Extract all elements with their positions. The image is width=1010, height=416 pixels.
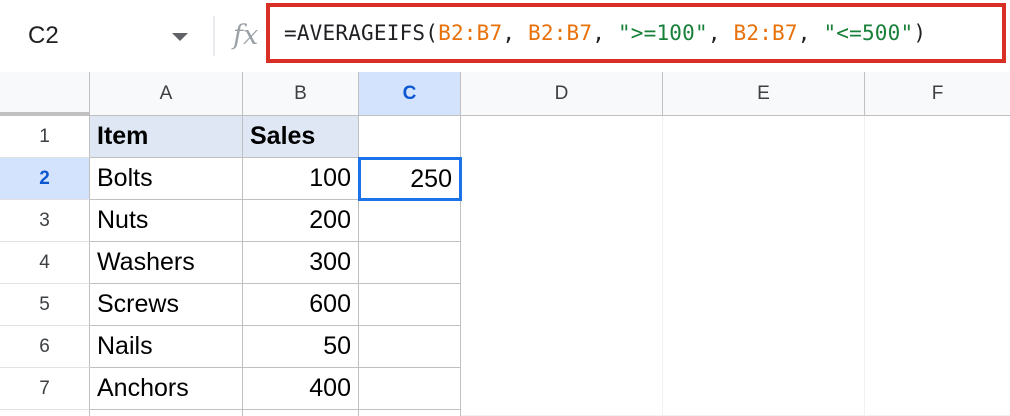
cell-a2[interactable]: Bolts (90, 158, 243, 200)
chevron-down-icon[interactable] (172, 33, 188, 41)
cell-b2[interactable]: 100 (243, 158, 359, 200)
formula-separator: , (797, 21, 824, 45)
cell-a7[interactable]: Anchors (90, 368, 243, 410)
name-box-ref: C2 (28, 22, 59, 49)
cell-c8[interactable] (359, 410, 461, 416)
name-box[interactable]: C2 (0, 0, 210, 72)
cell-c6[interactable] (359, 326, 461, 368)
empty-cells-e[interactable] (663, 116, 865, 416)
cell-c4[interactable] (359, 242, 461, 284)
cell-c7[interactable] (359, 368, 461, 410)
row-header-1[interactable]: 1 (0, 116, 90, 158)
formula-input[interactable]: =AVERAGEIFS(B2:B7, B2:B7, ">=100", B2:B7… (266, 3, 1006, 63)
row-header-4[interactable]: 4 (0, 242, 90, 284)
formula-text: =AVERAGEIFS(B2:B7, B2:B7, ">=100", B2:B7… (284, 21, 926, 45)
cell-c2-active[interactable]: 250 (358, 157, 462, 201)
row-header-7[interactable]: 7 (0, 368, 90, 410)
formula-range: B2:B7 (438, 21, 503, 45)
column-header-d[interactable]: D (461, 72, 663, 116)
cell-a3[interactable]: Nuts (90, 200, 243, 242)
empty-cells-d[interactable] (461, 116, 663, 416)
cell-b3[interactable]: 200 (243, 200, 359, 242)
formula-separator: , (592, 21, 618, 45)
column-header-e[interactable]: E (663, 72, 865, 116)
formula-function: =AVERAGEIFS( (284, 21, 439, 45)
cell-b4[interactable]: 300 (243, 242, 359, 284)
formula-criterion: ">=100" (617, 21, 708, 45)
cell-c1[interactable] (359, 116, 461, 158)
cell-a4[interactable]: Washers (90, 242, 243, 284)
divider (213, 16, 215, 56)
cell-b7[interactable]: 400 (243, 368, 359, 410)
cell-b1[interactable]: Sales (243, 116, 359, 158)
row-header-5[interactable]: 5 (0, 284, 90, 326)
column-header-a[interactable]: A (90, 72, 243, 116)
row-header-6[interactable]: 6 (0, 326, 90, 368)
column-header-c[interactable]: C (359, 72, 461, 116)
select-all-corner[interactable] (0, 72, 90, 116)
formula-criterion: "<=500" (823, 21, 914, 45)
column-header-f[interactable]: F (865, 72, 1010, 116)
cell-b5[interactable]: 600 (243, 284, 359, 326)
column-header-b[interactable]: B (243, 72, 359, 116)
cell-a1[interactable]: Item (90, 116, 243, 158)
formula-close-paren: ) (913, 21, 927, 45)
row-header-3[interactable]: 3 (0, 200, 90, 242)
formula-separator: , (502, 21, 529, 45)
cell-a6[interactable]: Nails (90, 326, 243, 368)
row-header-2[interactable]: 2 (0, 158, 90, 200)
cell-b8[interactable] (243, 410, 359, 416)
formula-separator: , (707, 21, 734, 45)
cell-a8[interactable] (90, 410, 243, 416)
cell-c5[interactable] (359, 284, 461, 326)
cell-b6[interactable]: 50 (243, 326, 359, 368)
formula-range: B2:B7 (528, 21, 593, 45)
fx-icon: fx (233, 20, 259, 51)
empty-cells-f[interactable] (865, 116, 1010, 416)
formula-range: B2:B7 (733, 21, 798, 45)
row-header-8[interactable] (0, 410, 90, 416)
cell-c3[interactable] (359, 200, 461, 242)
cell-a5[interactable]: Screws (90, 284, 243, 326)
